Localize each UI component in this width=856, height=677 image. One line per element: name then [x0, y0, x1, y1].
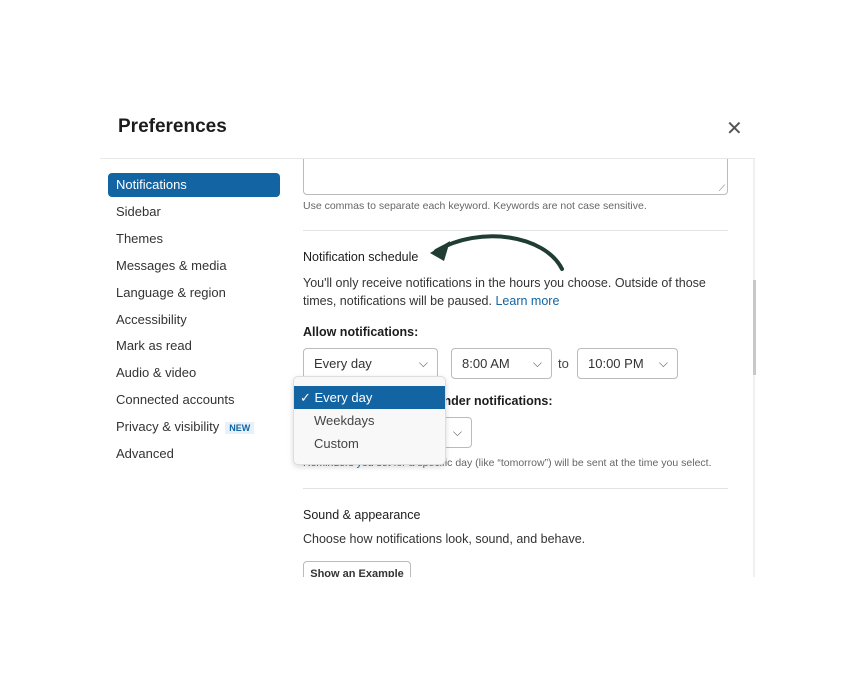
- annotation-arrow-icon: [430, 234, 564, 271]
- keywords-textarea[interactable]: ⟋: [303, 159, 728, 195]
- learn-more-link[interactable]: Learn more: [495, 294, 559, 308]
- sound-description: Choose how notifications look, sound, an…: [303, 532, 586, 546]
- sidebar-item-label: Audio & video: [116, 365, 197, 381]
- sidebar-item-accessibility[interactable]: Accessibility: [108, 308, 280, 332]
- sidebar-item-themes[interactable]: Themes: [108, 227, 280, 251]
- to-time-select[interactable]: 10:00 PM ⌵: [577, 348, 678, 379]
- dropdown-option-custom[interactable]: Custom: [294, 432, 445, 455]
- chevron-down-icon: ⌵: [532, 356, 542, 370]
- sidebar-item-privacy-visibility[interactable]: Privacy & visibility NEW: [108, 415, 280, 439]
- sidebar-item-notifications[interactable]: Notifications: [108, 173, 280, 197]
- sidebar-item-audio-video[interactable]: Audio & video: [108, 361, 280, 385]
- show-example-button[interactable]: Show an Example: [303, 561, 411, 577]
- check-icon: ✓: [300, 390, 315, 405]
- chevron-down-icon: ⌵: [452, 425, 462, 439]
- resize-handle-icon[interactable]: ⟋: [719, 183, 725, 194]
- sidebar-item-sidebar[interactable]: Sidebar: [108, 200, 280, 224]
- divider: [303, 488, 728, 489]
- sidebar-item-label: Themes: [116, 230, 163, 246]
- sidebar-item-mark-as-read[interactable]: Mark as read: [108, 334, 280, 358]
- allow-label: Allow notifications:: [303, 325, 419, 339]
- from-time-select[interactable]: 8:00 AM ⌵: [451, 348, 552, 379]
- keywords-hint: Use commas to separate each keyword. Key…: [303, 200, 647, 212]
- sidebar-item-label: Accessibility: [116, 311, 187, 327]
- sound-heading: Sound & appearance: [303, 508, 421, 522]
- days-dropdown-menu: ✓ Every day Weekdays Custom: [293, 376, 446, 465]
- chevron-down-icon: ⌵: [418, 356, 428, 370]
- content-panel: ⟋ Use commas to separate each keyword. K…: [290, 159, 755, 577]
- sidebar-item-label: Notifications: [116, 177, 187, 192]
- sidebar-item-messages-media[interactable]: Messages & media: [108, 254, 280, 278]
- new-badge: NEW: [225, 422, 255, 435]
- page-title: Preferences: [118, 116, 227, 137]
- reminder-label: inder notifications:: [440, 394, 553, 408]
- sidebar-item-label: Messages & media: [116, 257, 227, 273]
- sidebar-item-label: Advanced: [116, 446, 174, 461]
- close-icon[interactable]: ✕: [726, 116, 743, 141]
- sidebar-item-language-region[interactable]: Language & region: [108, 281, 280, 305]
- sidebar-item-label: Language & region: [116, 284, 226, 300]
- scrollbar-thumb[interactable]: [753, 280, 756, 375]
- sidebar-item-label: Connected accounts: [116, 392, 235, 408]
- sidebar-item-connected-accounts[interactable]: Connected accounts: [108, 388, 280, 412]
- schedule-description: You'll only receive notifications in the…: [303, 276, 706, 308]
- sidebar-item-advanced[interactable]: Advanced: [108, 442, 280, 466]
- days-select[interactable]: Every day ⌵: [303, 348, 438, 379]
- dropdown-option-weekdays[interactable]: Weekdays: [294, 409, 445, 432]
- dropdown-option-every-day[interactable]: ✓ Every day: [294, 386, 445, 409]
- sidebar-item-label: Mark as read: [116, 338, 192, 354]
- schedule-heading: Notification schedule: [303, 250, 419, 264]
- to-label: to: [558, 356, 569, 371]
- chevron-down-icon: ⌵: [658, 356, 668, 370]
- sidebar-item-label: Privacy & visibility: [116, 419, 220, 435]
- sidebar-item-label: Sidebar: [116, 203, 161, 219]
